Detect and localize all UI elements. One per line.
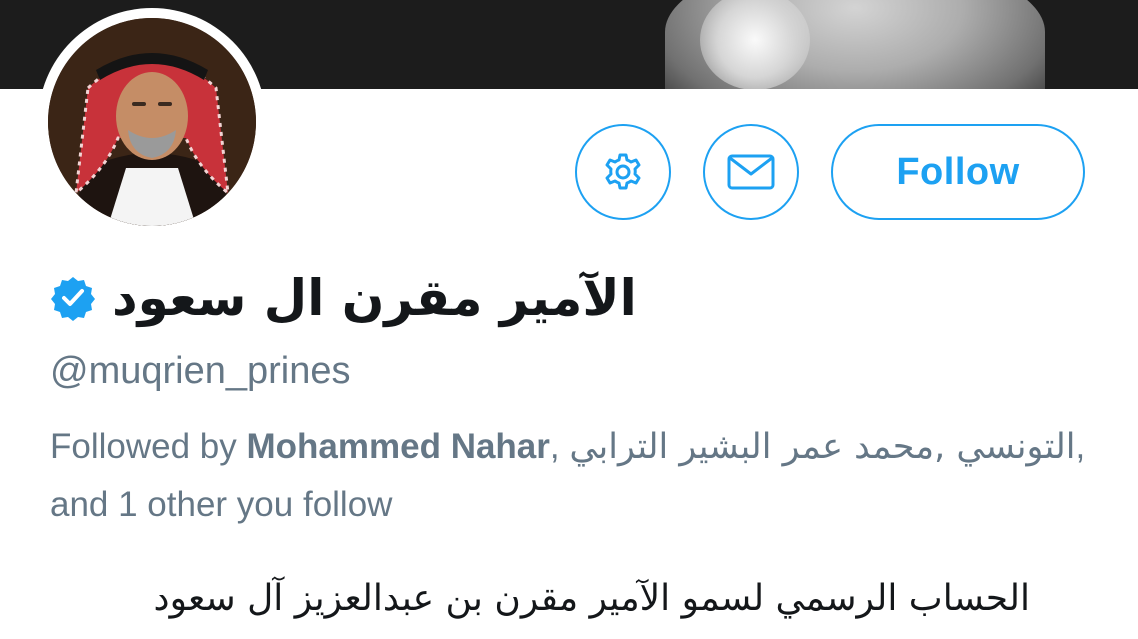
settings-button[interactable] [575,124,671,220]
followed-by-text: Followed by Mohammed Nahar, محمد عمر الب… [50,418,1100,534]
profile-bio: الحساب الرسمي لسمو الآمير مقرن بن عبدالع… [153,578,1030,619]
followed-by-prefix: Followed by [50,427,237,466]
follow-button[interactable]: Follow [831,124,1085,220]
display-name[interactable]: الآمير مقرن ال سعود [112,269,637,327]
avatar[interactable] [48,18,256,226]
followed-by-separator: , [549,427,560,466]
follower-name-part-1: محمد عمر البشير الترابي [569,427,935,467]
profile-name-row: الآمير مقرن ال سعود [50,262,710,334]
followed-by-separator: , [934,427,946,467]
verified-badge-icon [51,277,95,321]
gear-icon [605,153,641,190]
follower-name-part-2: التونسي [956,427,1076,467]
profile-handle: @muqrien_prines [50,350,351,392]
follower-link-arabic-name[interactable]: محمد عمر البشير الترابي, التونسي [569,427,1075,467]
envelope-icon [727,154,775,190]
follower-link-mohammed-nahar[interactable]: Mohammed Nahar [247,427,550,466]
banner-photo-highlight [700,0,810,89]
message-button[interactable] [703,124,799,220]
avatar-portrait [48,18,256,226]
